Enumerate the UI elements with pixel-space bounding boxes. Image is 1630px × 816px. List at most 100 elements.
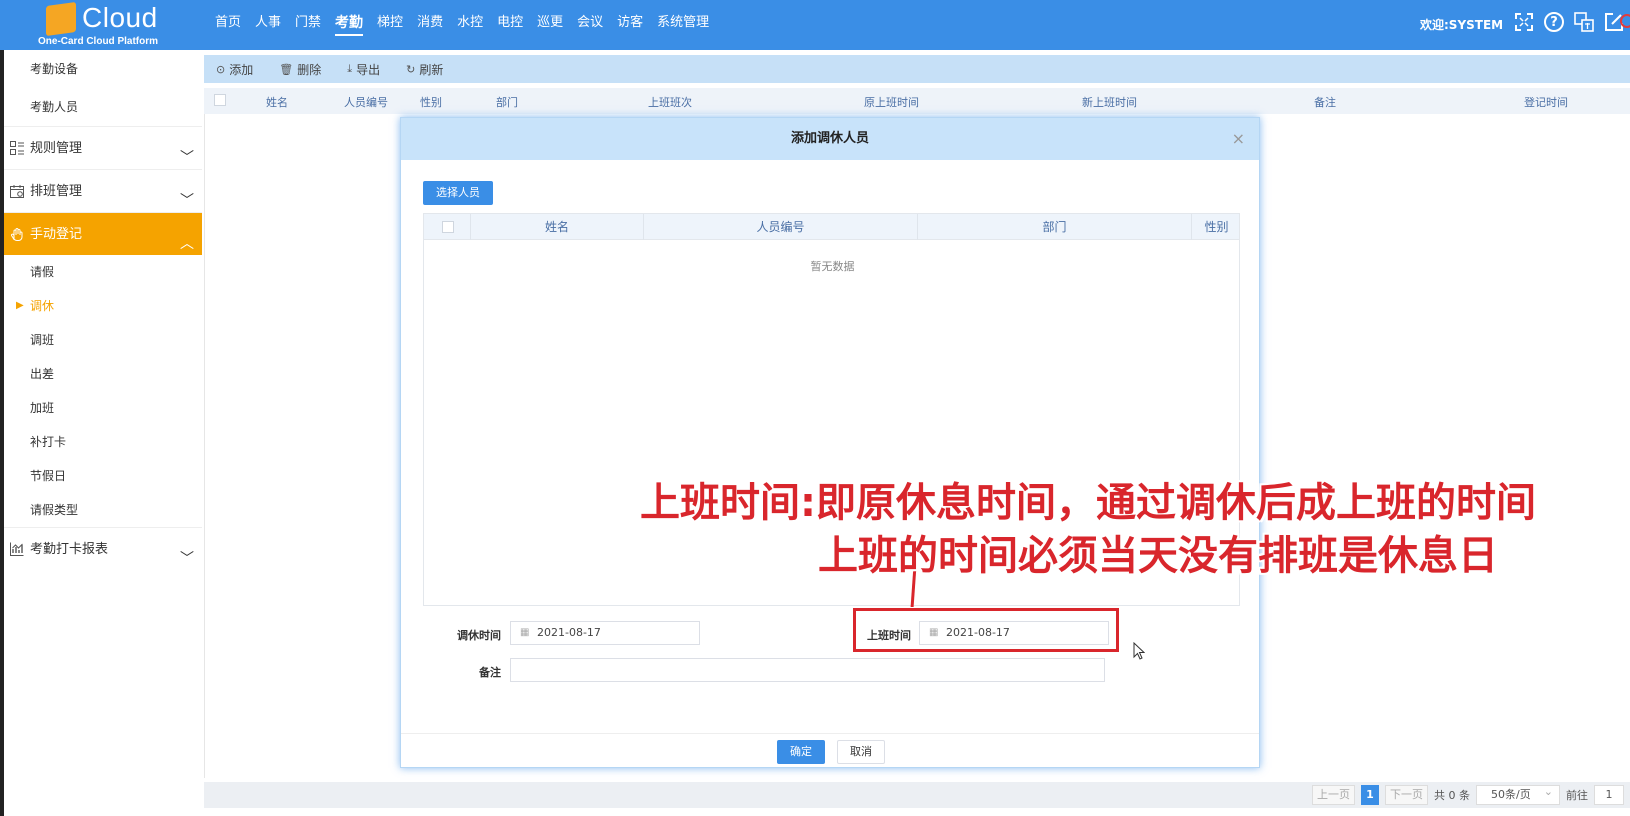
col-shift[interactable]: 上班班次 <box>648 94 692 110</box>
list-icon <box>10 141 24 155</box>
inner-col-name[interactable]: 姓名 <box>471 214 644 240</box>
nav-item-elevator[interactable]: 梯控 <box>370 0 410 46</box>
col-remark[interactable]: 备注 <box>1314 94 1336 110</box>
prev-page-button[interactable]: 上一页 <box>1312 785 1355 805</box>
inner-col-person-id[interactable]: 人员编号 <box>644 214 918 240</box>
inner-col-gender[interactable]: 性别 <box>1192 214 1241 240</box>
sidebar-group-schedule[interactable]: 排班管理 ﹀ <box>4 169 202 212</box>
inner-col-department[interactable]: 部门 <box>918 214 1192 240</box>
power-icon[interactable] <box>1620 14 1630 28</box>
sidebar-item-shift-swap[interactable]: 调班 <box>4 323 202 357</box>
nav-item-water[interactable]: 水控 <box>450 0 490 46</box>
sidebar-item-leave[interactable]: 请假 <box>4 255 202 289</box>
dialog-footer: 确定 取消 <box>401 733 1259 767</box>
sidebar: 考勤设备 考勤人员 规则管理 ﹀ 排班管理 ﹀ 手动登记 ︿ 请假 ▶ 调休 调… <box>0 50 202 816</box>
annotation-line-2: 上班的时间必须当天没有排班是休息日 <box>818 533 1498 579</box>
pagination: 上一页 1 下一页 共 0 条 50条/页 前往 1 <box>1312 783 1624 805</box>
nav-item-system[interactable]: 系统管理 <box>650 0 716 46</box>
rest-time-input[interactable]: ▦ 2021-08-17 <box>510 621 700 645</box>
sidebar-group-manual[interactable]: 手动登记 ︿ <box>4 212 202 255</box>
col-new-time[interactable]: 新上班时间 <box>1082 94 1137 110</box>
sidebar-group-label: 考勤打卡报表 <box>30 542 109 557</box>
sidebar-item-overtime[interactable]: 加班 <box>4 391 202 425</box>
nav-item-hr[interactable]: 人事 <box>248 0 288 46</box>
sidebar-item-holiday[interactable]: 节假日 <box>4 459 202 493</box>
nav-item-access[interactable]: 门禁 <box>288 0 328 46</box>
col-name[interactable]: 姓名 <box>266 94 288 110</box>
cancel-button[interactable]: 取消 <box>837 740 885 764</box>
add-button[interactable]: ⊙ 添加 <box>216 61 253 78</box>
brand-logo[interactable]: Cloud One-Card Cloud Platform <box>20 1 190 48</box>
confirm-button[interactable]: 确定 <box>777 740 825 764</box>
add-label: 添加 <box>229 62 254 77</box>
sidebar-item-label: 调休 <box>30 299 55 313</box>
dialog-title: 添加调休人员 <box>790 131 869 146</box>
col-department[interactable]: 部门 <box>496 94 518 110</box>
nav-item-patrol[interactable]: 巡更 <box>530 0 570 46</box>
export-label: 导出 <box>356 62 381 77</box>
refresh-icon: ↻ <box>406 62 416 76</box>
select-all-checkbox[interactable] <box>214 94 226 106</box>
table-header: 姓名 人员编号 性别 部门 上班班次 原上班时间 新上班时间 备注 登记时间 <box>204 88 1630 114</box>
nav-item-visitor[interactable]: 访客 <box>610 0 650 46</box>
nav-item-home[interactable]: 首页 <box>208 0 248 46</box>
mouse-cursor-icon <box>1133 642 1145 660</box>
main-nav: 首页 人事 门禁 考勤 梯控 消费 水控 电控 巡更 会议 访客 系统管理 <box>208 0 716 46</box>
language-icon[interactable] <box>1572 10 1596 34</box>
sidebar-group-rules[interactable]: 规则管理 ﹀ <box>4 126 202 169</box>
next-page-button[interactable]: 下一页 <box>1385 785 1428 805</box>
plus-circle-icon: ⊙ <box>216 62 226 76</box>
brand-subtitle: One-Card Cloud Platform <box>38 36 159 47</box>
nav-item-power[interactable]: 电控 <box>490 0 530 46</box>
sidebar-item-attendance-person[interactable]: 考勤人员 <box>4 88 202 126</box>
close-icon[interactable]: × <box>1232 118 1245 160</box>
calendar-icon: ▦ <box>520 627 530 638</box>
refresh-button[interactable]: ↻ 刷新 <box>406 61 443 78</box>
goto-label: 前往 <box>1566 789 1588 802</box>
chart-icon <box>10 542 24 556</box>
col-register-time[interactable]: 登记时间 <box>1524 94 1568 110</box>
total-count: 共 0 条 <box>1434 789 1470 802</box>
sidebar-group-report[interactable]: 考勤打卡报表 ﹀ <box>4 527 202 570</box>
cube-logo-icon <box>46 1 76 37</box>
inner-select-all-checkbox[interactable] <box>442 221 454 233</box>
export-button[interactable]: ⤓ 导出 <box>347 61 380 78</box>
rest-time-value: 2021-08-17 <box>537 626 601 639</box>
fullscreen-icon[interactable] <box>1512 10 1536 34</box>
inner-table-header: 姓名 人员编号 部门 性别 <box>424 214 1239 240</box>
nav-item-attendance[interactable]: 考勤 <box>328 0 370 46</box>
delete-label: 删除 <box>297 62 322 77</box>
calendar-icon <box>10 185 24 198</box>
nav-item-meeting[interactable]: 会议 <box>570 0 610 46</box>
goto-page-input[interactable]: 1 <box>1594 785 1624 805</box>
toolbar: ⊙ 添加 🗑︎ 删除 ⤓ 导出 ↻ 刷新 <box>204 55 1630 83</box>
current-page[interactable]: 1 <box>1361 785 1379 805</box>
help-icon[interactable]: ? <box>1542 10 1566 34</box>
page-size-select[interactable]: 50条/页 <box>1476 783 1560 805</box>
col-original-time[interactable]: 原上班时间 <box>864 94 919 110</box>
sidebar-item-rest-swap[interactable]: ▶ 调休 <box>4 289 202 323</box>
select-person-button[interactable]: 选择人员 <box>423 181 493 205</box>
sidebar-group-label: 排班管理 <box>30 184 83 199</box>
annotation-line-1: 上班时间:即原休息时间，通过调休后成上班的时间 <box>640 480 1536 526</box>
nav-item-consume[interactable]: 消费 <box>410 0 450 46</box>
col-gender[interactable]: 性别 <box>420 94 442 110</box>
sidebar-item-attendance-device[interactable]: 考勤设备 <box>4 50 202 88</box>
refresh-label: 刷新 <box>419 62 444 77</box>
top-navbar: Cloud One-Card Cloud Platform 首页 人事 门禁 考… <box>0 0 1630 50</box>
add-rest-swap-dialog: 添加调休人员 × 选择人员 姓名 人员编号 部门 性别 暂无数据 调休时间 ▦ … <box>400 117 1260 768</box>
annotation-highlight-box <box>853 608 1119 652</box>
rest-time-label: 调休时间 <box>457 629 501 642</box>
hand-icon <box>10 228 23 241</box>
brand-name: Cloud <box>82 2 158 33</box>
sidebar-item-punch-fix[interactable]: 补打卡 <box>4 425 202 459</box>
inner-col-check <box>424 214 471 240</box>
col-person-id[interactable]: 人员编号 <box>344 94 388 110</box>
sidebar-item-leave-type[interactable]: 请假类型 <box>4 493 202 527</box>
sidebar-item-business-trip[interactable]: 出差 <box>4 357 202 391</box>
sidebar-group-label: 规则管理 <box>30 141 83 156</box>
empty-text: 暂无数据 <box>810 260 855 273</box>
delete-button[interactable]: 🗑︎ 删除 <box>279 61 321 78</box>
trash-icon: 🗑︎ <box>279 62 294 76</box>
remark-input[interactable] <box>510 658 1105 682</box>
